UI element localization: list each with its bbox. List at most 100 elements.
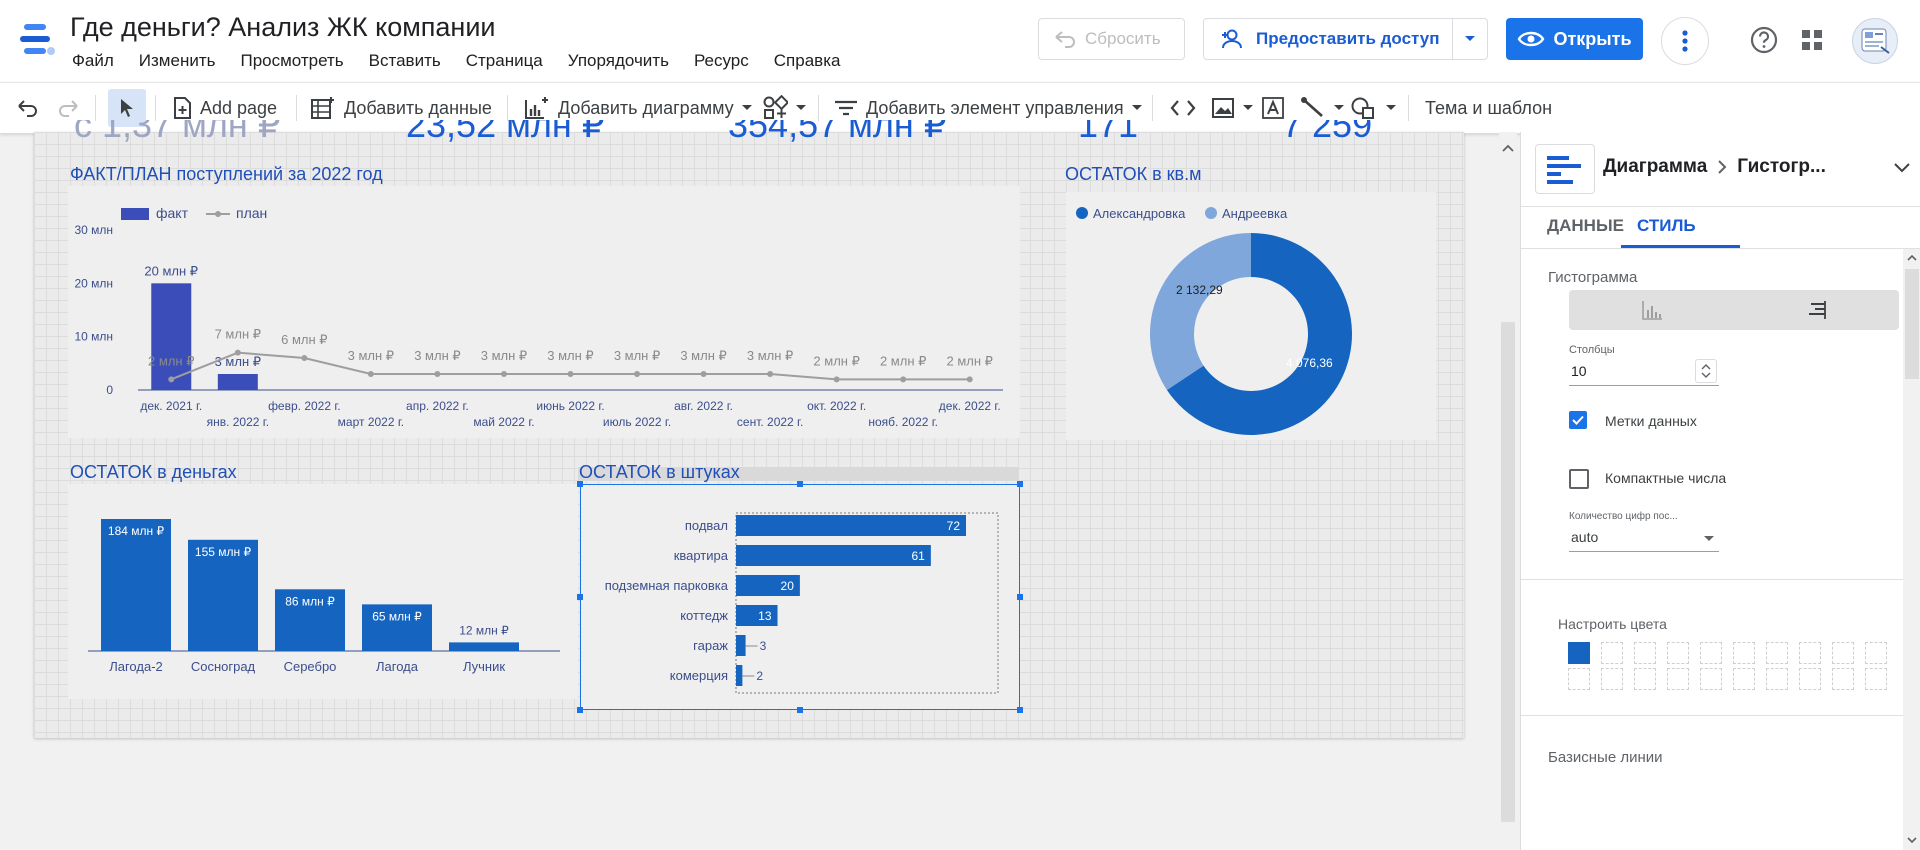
- share-button[interactable]: Предоставить доступ: [1203, 18, 1488, 60]
- panel-scrollbar[interactable]: [1903, 249, 1920, 850]
- menu-item[interactable]: Файл: [72, 51, 114, 71]
- money-bar: [101, 519, 171, 651]
- menu-item[interactable]: Просмотреть: [240, 51, 343, 71]
- toolbar-divider: [1408, 95, 1409, 121]
- area-donut-chart[interactable]: Александровка Андреевка 2 132,29 4 076,36: [1066, 192, 1436, 440]
- columns-stepper[interactable]: [1695, 359, 1717, 383]
- color-swatch[interactable]: [1568, 668, 1590, 690]
- resize-handle[interactable]: [1017, 594, 1023, 600]
- fact-plan-chart[interactable]: факт план 30 млн 20 млн 10 млн 0 20 млн ₽ 3 млн…: [68, 186, 1020, 438]
- resize-handle[interactable]: [577, 707, 583, 713]
- color-swatch[interactable]: [1667, 668, 1689, 690]
- tab-style[interactable]: СТИЛЬ: [1637, 216, 1696, 236]
- color-swatch[interactable]: [1667, 642, 1689, 664]
- share-dropdown-button[interactable]: [1452, 19, 1487, 59]
- plan-point: [767, 371, 774, 377]
- menu-item[interactable]: Страница: [466, 51, 543, 71]
- menu-item[interactable]: Изменить: [139, 51, 216, 71]
- scroll-up-arrow-icon[interactable]: [1499, 140, 1517, 156]
- data-studio-logo-icon[interactable]: [18, 20, 58, 60]
- color-swatch[interactable]: [1832, 668, 1854, 690]
- color-swatch[interactable]: [1832, 642, 1854, 664]
- decimals-select[interactable]: auto: [1569, 525, 1719, 552]
- color-swatch[interactable]: [1799, 642, 1821, 664]
- panel-scrollbar-thumb[interactable]: [1905, 269, 1919, 379]
- more-options-button[interactable]: [1661, 17, 1709, 65]
- compact-numbers-label[interactable]: Компактные числа: [1605, 470, 1726, 486]
- kpi-value[interactable]: 171: [1078, 120, 1138, 142]
- kpi-value[interactable]: 354,57 млн ₽: [728, 120, 947, 142]
- reset-button[interactable]: Сбросить: [1038, 18, 1185, 60]
- data-labels-label[interactable]: Метки данных: [1605, 413, 1697, 429]
- data-labels-checkbox[interactable]: [1569, 411, 1587, 429]
- kpi-value[interactable]: с 1,37 млн ₽: [74, 120, 281, 142]
- chart-title-area[interactable]: ОСТАТОК в кв.м: [1065, 164, 1201, 185]
- legend-label-andreevka: Андреевка: [1222, 206, 1288, 221]
- help-icon[interactable]: [1749, 25, 1779, 55]
- resize-handle[interactable]: [797, 481, 803, 487]
- baselines-title: Базисные линии: [1548, 749, 1663, 766]
- breadcrumb-chart-type[interactable]: Гистогр...: [1737, 156, 1826, 178]
- chart-title-fact-plan[interactable]: ФАКТ/ПЛАН поступлений за 2022 год: [70, 164, 383, 185]
- money-bar-chart[interactable]: 184 млн ₽ Лагода-2 155 млн ₽ Сосноград 86 мл…: [68, 484, 578, 699]
- color-swatch[interactable]: [1865, 642, 1887, 664]
- menu-item[interactable]: Справка: [774, 51, 841, 71]
- y-tick-label: 30 млн: [74, 223, 113, 237]
- color-swatch[interactable]: [1568, 642, 1590, 664]
- color-swatch[interactable]: [1700, 668, 1722, 690]
- color-swatch[interactable]: [1601, 668, 1623, 690]
- color-swatch[interactable]: [1799, 668, 1821, 690]
- color-swatch[interactable]: [1601, 642, 1623, 664]
- chevron-down-icon[interactable]: [1893, 162, 1911, 174]
- resize-handle[interactable]: [1017, 707, 1023, 713]
- color-swatch[interactable]: [1634, 668, 1656, 690]
- scroll-down-arrow-icon[interactable]: [1906, 835, 1918, 845]
- resize-handle[interactable]: [1017, 481, 1023, 487]
- tab-data[interactable]: ДАННЫЕ: [1547, 216, 1624, 236]
- breadcrumb-chart[interactable]: Диаграмма: [1603, 156, 1707, 178]
- chart-type-thumbnail[interactable]: [1535, 144, 1595, 194]
- donut-slice: [1150, 233, 1251, 390]
- chart-title-units[interactable]: ОСТАТОК в штуках: [579, 462, 740, 483]
- apps-grid-icon[interactable]: [1801, 29, 1823, 51]
- color-swatch[interactable]: [1865, 668, 1887, 690]
- theme-label: Тема и шаблон: [1425, 97, 1553, 118]
- menu-item[interactable]: Упорядочить: [568, 51, 669, 71]
- horizontal-bars-option[interactable]: [1734, 290, 1899, 330]
- kpi-value[interactable]: 7 259: [1282, 120, 1372, 142]
- units-bar-label: 13: [758, 609, 772, 623]
- units-bar-label: 72: [947, 519, 961, 533]
- vertical-bars-option[interactable]: [1569, 290, 1734, 330]
- redo-icon: [59, 100, 78, 117]
- color-swatch[interactable]: [1766, 642, 1788, 664]
- user-avatar[interactable]: [1852, 18, 1898, 64]
- resize-handle[interactable]: [797, 707, 803, 713]
- kpi-value[interactable]: 23,52 млн ₽: [406, 120, 605, 142]
- columns-input[interactable]: 10: [1569, 359, 1719, 386]
- plan-point-label: 2 млн ₽: [813, 353, 859, 368]
- units-bar-chart[interactable]: подвал 72 квартира 61 подземная парковка 20 ко…: [580, 484, 1020, 710]
- legend-dot-andreevka: [1205, 207, 1217, 219]
- menu-item[interactable]: Вставить: [369, 51, 441, 71]
- color-swatch[interactable]: [1733, 642, 1755, 664]
- color-swatch[interactable]: [1733, 668, 1755, 690]
- compact-numbers-checkbox[interactable]: [1569, 469, 1589, 489]
- scroll-up-arrow-icon[interactable]: [1906, 253, 1918, 263]
- caret-down-icon: [1243, 105, 1253, 110]
- color-swatch[interactable]: [1766, 668, 1788, 690]
- color-swatch[interactable]: [1700, 642, 1722, 664]
- report-title[interactable]: Где деньги? Анализ ЖК компании: [70, 12, 496, 43]
- canvas-scrollbar-thumb[interactable]: [1501, 322, 1515, 822]
- color-swatch[interactable]: [1634, 642, 1656, 664]
- open-label: Открыть: [1553, 28, 1632, 49]
- chart-title-money[interactable]: ОСТАТОК в деньгах: [70, 462, 237, 483]
- resize-handle[interactable]: [577, 481, 583, 487]
- resize-handle[interactable]: [577, 594, 583, 600]
- open-button[interactable]: Открыть: [1506, 18, 1643, 60]
- plan-point-label: 3 млн ₽: [481, 348, 527, 363]
- legend-label-fact: факт: [156, 205, 189, 221]
- menu-item[interactable]: Ресурс: [694, 51, 749, 71]
- x-tick-label: сент. 2022 г.: [737, 415, 803, 429]
- plan-point-label: 2 млн ₽: [947, 353, 993, 368]
- units-bar: [736, 665, 743, 686]
